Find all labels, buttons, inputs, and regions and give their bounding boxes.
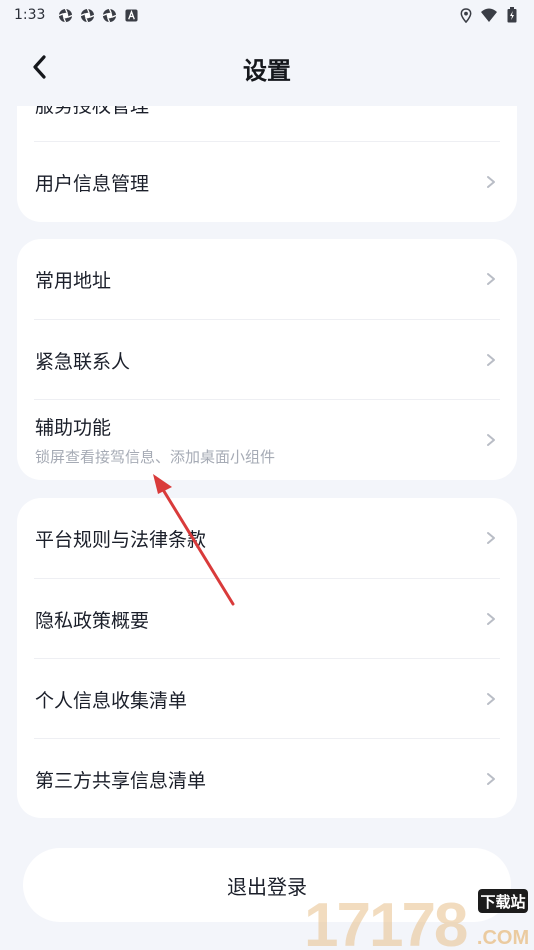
annotation-arrow — [153, 474, 235, 606]
